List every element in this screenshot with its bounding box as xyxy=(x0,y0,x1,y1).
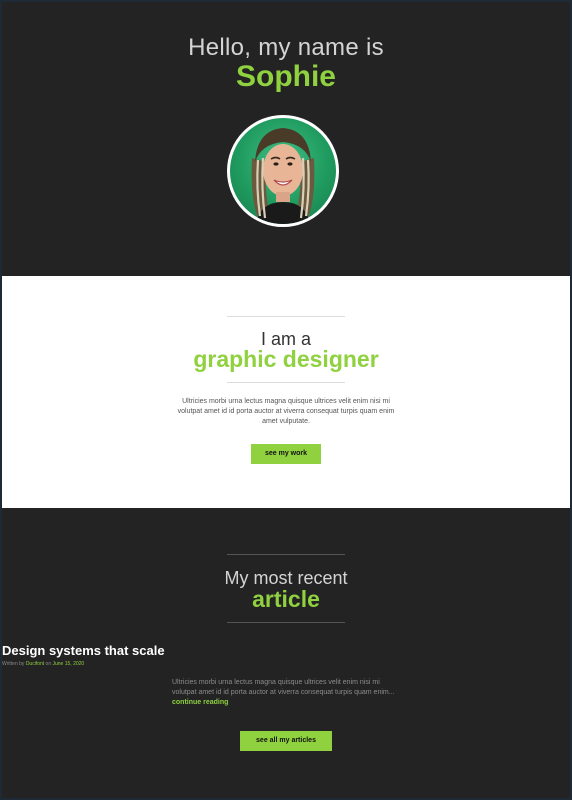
avatar xyxy=(227,115,339,227)
about-section: I am a graphic designer Ultricies morbi … xyxy=(2,276,570,508)
see-all-articles-button[interactable]: see all my articles xyxy=(240,731,332,751)
about-description: Ultricies morbi urna lectus magna quisqu… xyxy=(177,398,395,425)
hero-name: Sophie xyxy=(235,60,336,93)
article-excerpt: Ultricies morbi urna lectus magna quisqu… xyxy=(172,678,400,708)
byline-on: on xyxy=(45,661,52,667)
about-role: graphic designer xyxy=(193,346,379,372)
continue-reading-link[interactable]: continue reading xyxy=(172,699,228,706)
hero-greeting: Hello, my name is xyxy=(188,34,384,61)
byline-author[interactable]: Ducifont xyxy=(26,661,44,667)
articles-heading: article xyxy=(252,586,320,612)
article-excerpt-text: Ultricies morbi urna lectus magna quisqu… xyxy=(172,679,395,696)
divider xyxy=(227,622,345,623)
byline-date: June 15, 2020 xyxy=(52,661,85,667)
page: Hello, my name is Sophie I am a graphic … xyxy=(2,2,570,798)
article-byline: Written by Ducifont on June 15, 2020 xyxy=(2,661,570,667)
hero-section: Hello, my name is Sophie xyxy=(2,2,570,276)
see-my-work-button[interactable]: see my work xyxy=(251,444,321,464)
avatar-portrait-image xyxy=(251,128,315,224)
divider xyxy=(227,382,345,383)
divider xyxy=(227,554,345,555)
article-title[interactable]: Design systems that scale xyxy=(2,643,570,658)
byline-prefix: Written by xyxy=(2,661,25,667)
divider xyxy=(227,316,345,317)
